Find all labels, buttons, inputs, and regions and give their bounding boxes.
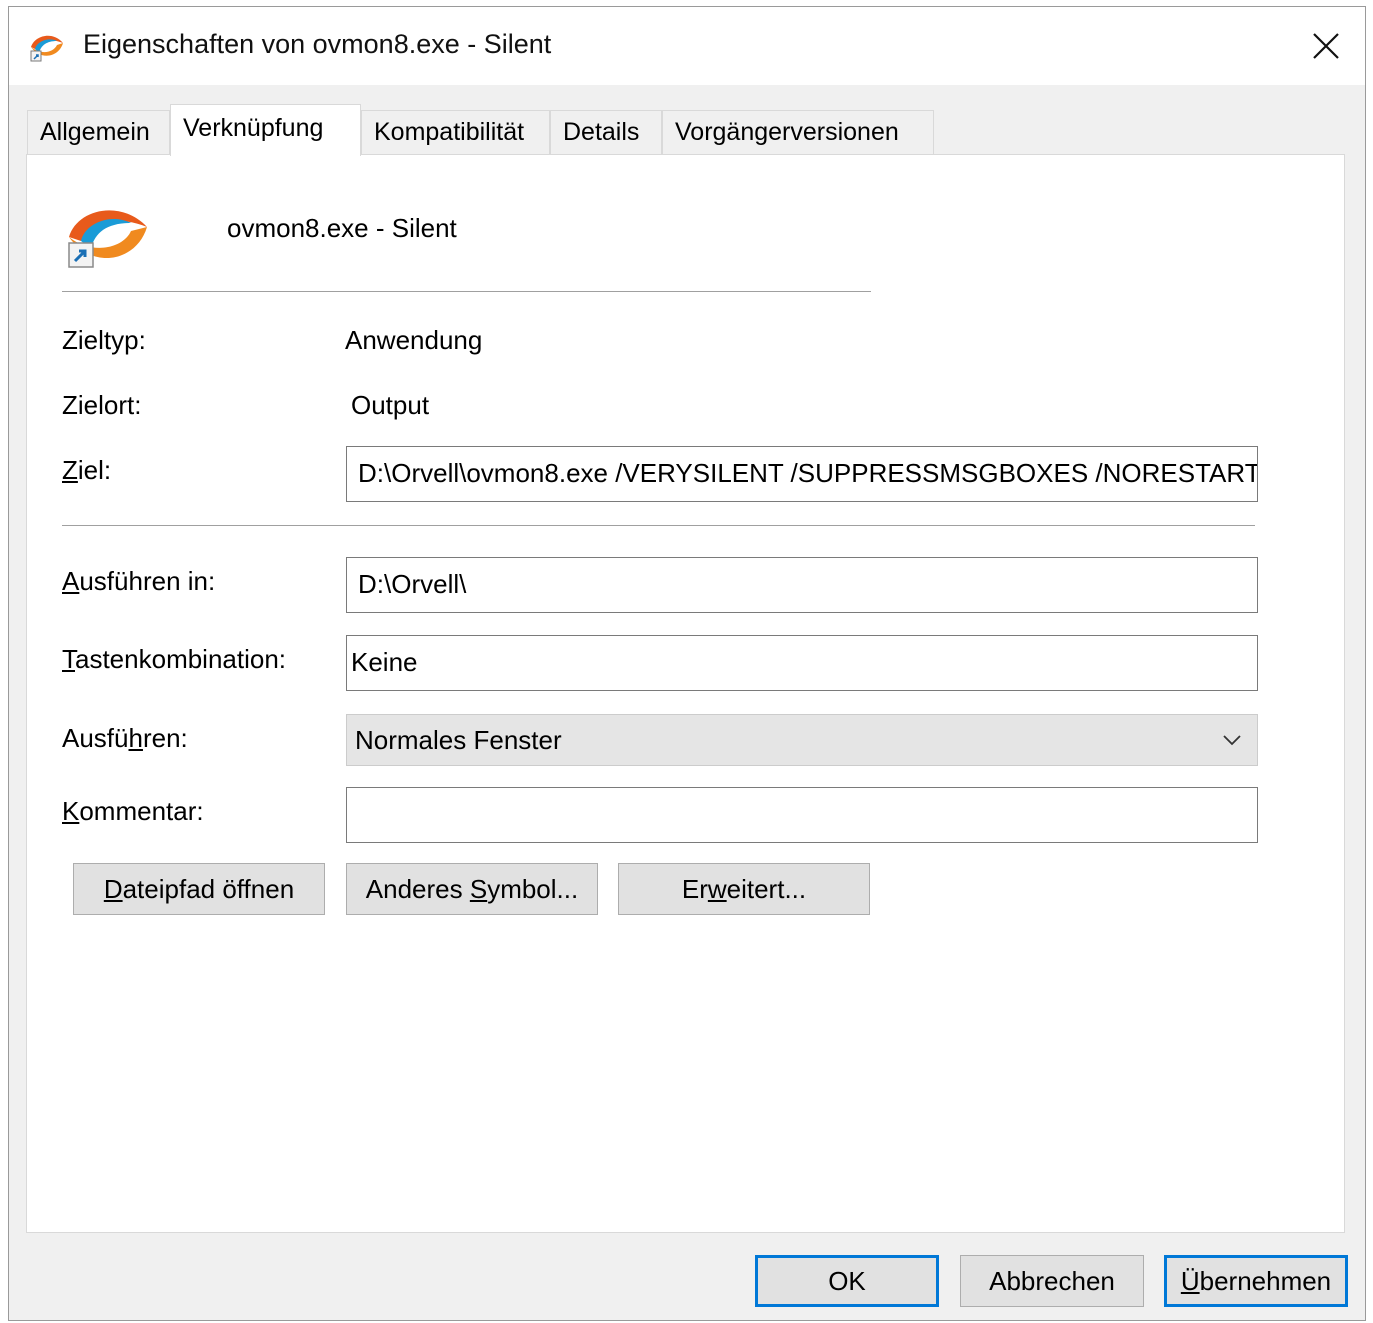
access-key: K bbox=[62, 796, 80, 826]
open-file-location-button[interactable]: Dateipfad öffnen bbox=[73, 863, 325, 915]
access-key: w bbox=[707, 874, 727, 904]
label-part: bernehmen bbox=[1199, 1266, 1332, 1296]
tab-label: Vorgängerversionen bbox=[675, 118, 899, 146]
cancel-button[interactable]: Abbrechen bbox=[960, 1255, 1144, 1307]
divider bbox=[62, 525, 1255, 526]
divider bbox=[62, 291, 871, 292]
access-key: T bbox=[62, 644, 75, 674]
label-part: eitert... bbox=[726, 874, 807, 904]
advanced-button[interactable]: Erweitert... bbox=[618, 863, 870, 915]
label-part: ren: bbox=[142, 723, 188, 753]
label-part: Ausfü bbox=[62, 723, 129, 753]
access-key: A bbox=[62, 566, 80, 596]
tab-kompatibilitaet[interactable]: Kompatibilität bbox=[361, 110, 550, 154]
tab-label: Verknüpfung bbox=[183, 114, 324, 142]
tab-label: Allgemein bbox=[40, 118, 150, 146]
ausfuehren-label: Ausführen: bbox=[62, 723, 188, 754]
kommentar-label: Kommentar: bbox=[62, 796, 204, 827]
tab-details[interactable]: Details bbox=[550, 110, 662, 154]
label-part: usführen in: bbox=[79, 566, 216, 596]
label-part: ymbol... bbox=[487, 874, 579, 904]
ausfuehren-in-input[interactable]: D:\Orvell\ bbox=[346, 557, 1258, 613]
ziel-label: Ziel: bbox=[62, 455, 111, 486]
tab-verknuepfung[interactable]: Verknüpfung bbox=[170, 104, 361, 156]
ausfuehren-select[interactable]: Normales Fenster bbox=[346, 714, 1258, 766]
ovmon-shortcut-icon bbox=[68, 210, 147, 268]
tab-allgemein[interactable]: Allgemein bbox=[27, 110, 170, 154]
label-part: astenkombination: bbox=[75, 644, 287, 674]
tab-vorgaengerversionen[interactable]: Vorgängerversionen bbox=[662, 110, 934, 154]
shortcut-tab-panel: ovmon8.exe - Silent Zieltyp: Anwendung Z… bbox=[26, 154, 1345, 1233]
access-key: S bbox=[469, 874, 488, 904]
apply-button[interactable]: Übernehmen bbox=[1164, 1255, 1348, 1307]
access-key: Ü bbox=[1180, 1266, 1200, 1296]
label-part: ommentar: bbox=[79, 796, 204, 826]
ausfuehren-in-label: Ausführen in: bbox=[62, 566, 215, 597]
tastenkombination-input[interactable]: Keine bbox=[346, 635, 1258, 691]
chevron-down-icon bbox=[1223, 735, 1241, 746]
title-bar: Eigenschaften von ovmon8.exe - Silent bbox=[9, 7, 1365, 85]
ok-button[interactable]: OK bbox=[755, 1255, 939, 1307]
tab-label: Details bbox=[563, 118, 640, 146]
shortcut-name: ovmon8.exe - Silent bbox=[227, 213, 457, 243]
label-part: ateipfad öffnen bbox=[122, 874, 295, 904]
change-icon-button[interactable]: Anderes Symbol... bbox=[346, 863, 598, 915]
label-part: iel: bbox=[77, 455, 112, 485]
access-key: h bbox=[128, 723, 143, 753]
zieltyp-value: Anwendung bbox=[345, 325, 483, 355]
close-button[interactable] bbox=[1287, 7, 1365, 85]
close-icon bbox=[1313, 33, 1339, 59]
properties-dialog: Eigenschaften von ovmon8.exe - Silent Al… bbox=[8, 6, 1366, 1321]
label-part: Anderes bbox=[365, 874, 470, 904]
ovmon-app-icon bbox=[30, 35, 63, 62]
label-part: Er bbox=[681, 874, 708, 904]
kommentar-input[interactable] bbox=[346, 787, 1258, 843]
access-key: D bbox=[103, 874, 123, 904]
tastenkombination-label: Tastenkombination: bbox=[62, 644, 286, 675]
access-key: Z bbox=[62, 455, 78, 485]
ziel-input[interactable]: D:\Orvell\ovmon8.exe /VERYSILENT /SUPPRE… bbox=[346, 446, 1258, 502]
zielort-value: Output bbox=[351, 390, 430, 420]
ausfuehren-select-value: Normales Fenster bbox=[355, 725, 562, 755]
tab-label: Kompatibilität bbox=[374, 118, 525, 146]
zieltyp-label: Zieltyp: bbox=[62, 325, 146, 355]
zielort-label: Zielort: bbox=[62, 390, 142, 420]
window-title: Eigenschaften von ovmon8.exe - Silent bbox=[83, 29, 552, 59]
